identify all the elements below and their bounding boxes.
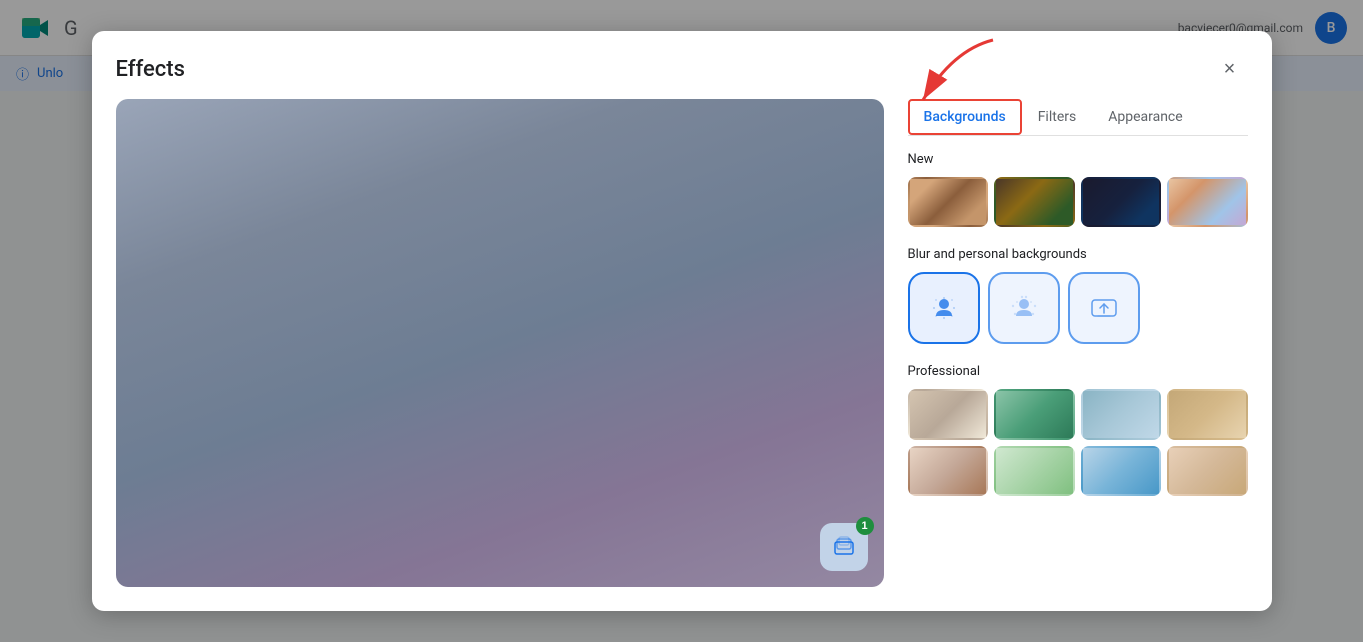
section-blur: Blur and personal backgrounds	[908, 247, 1248, 344]
background-pro-2[interactable]	[994, 389, 1075, 439]
tab-backgrounds[interactable]: Backgrounds	[908, 99, 1022, 135]
page-background: G bacviecer0@gmail.com B ⓘ Unlo	[0, 0, 1363, 642]
background-pro-4[interactable]	[1167, 389, 1248, 439]
background-new-1[interactable]	[908, 177, 989, 227]
right-panel: Backgrounds Filters Appearance New	[908, 99, 1248, 587]
close-button[interactable]: ×	[1212, 51, 1248, 87]
background-pro-7[interactable]	[1081, 446, 1162, 496]
section-blur-title: Blur and personal backgrounds	[908, 247, 1248, 262]
background-pro-5[interactable]	[908, 446, 989, 496]
tab-appearance[interactable]: Appearance	[1092, 99, 1198, 135]
new-backgrounds-grid	[908, 177, 1248, 227]
background-new-2[interactable]	[994, 177, 1075, 227]
modal-overlay: Effects × 1	[0, 0, 1363, 642]
modal-header: Effects ×	[92, 31, 1272, 99]
background-new-4[interactable]	[1167, 177, 1248, 227]
background-pro-8[interactable]	[1167, 446, 1248, 496]
upload-background-button[interactable]	[1068, 272, 1140, 344]
section-professional: Professional	[908, 364, 1248, 496]
background-new-3[interactable]	[1081, 177, 1162, 227]
section-new-title: New	[908, 152, 1248, 167]
tabs-container: Backgrounds Filters Appearance	[908, 99, 1248, 136]
effects-modal: Effects × 1	[92, 31, 1272, 611]
background-pro-3[interactable]	[1081, 389, 1162, 439]
section-new: New	[908, 152, 1248, 227]
tab-filters[interactable]: Filters	[1022, 99, 1093, 135]
effects-layer-button[interactable]: 1	[820, 523, 868, 571]
background-pro-6[interactable]	[994, 446, 1075, 496]
section-professional-title: Professional	[908, 364, 1248, 379]
background-pro-1[interactable]	[908, 389, 989, 439]
blur-strong-button[interactable]	[908, 272, 980, 344]
effects-badge: 1	[856, 517, 874, 535]
preview-video	[116, 99, 884, 587]
modal-title: Effects	[116, 57, 185, 82]
preview-area: 1	[116, 99, 884, 587]
blur-buttons-grid	[908, 272, 1248, 344]
tab-content: New Blur and personal backgrounds	[908, 136, 1248, 587]
blur-light-button[interactable]	[988, 272, 1060, 344]
modal-body: 1 Backgrounds Filters Appearance	[92, 99, 1272, 611]
professional-backgrounds-grid	[908, 389, 1248, 496]
